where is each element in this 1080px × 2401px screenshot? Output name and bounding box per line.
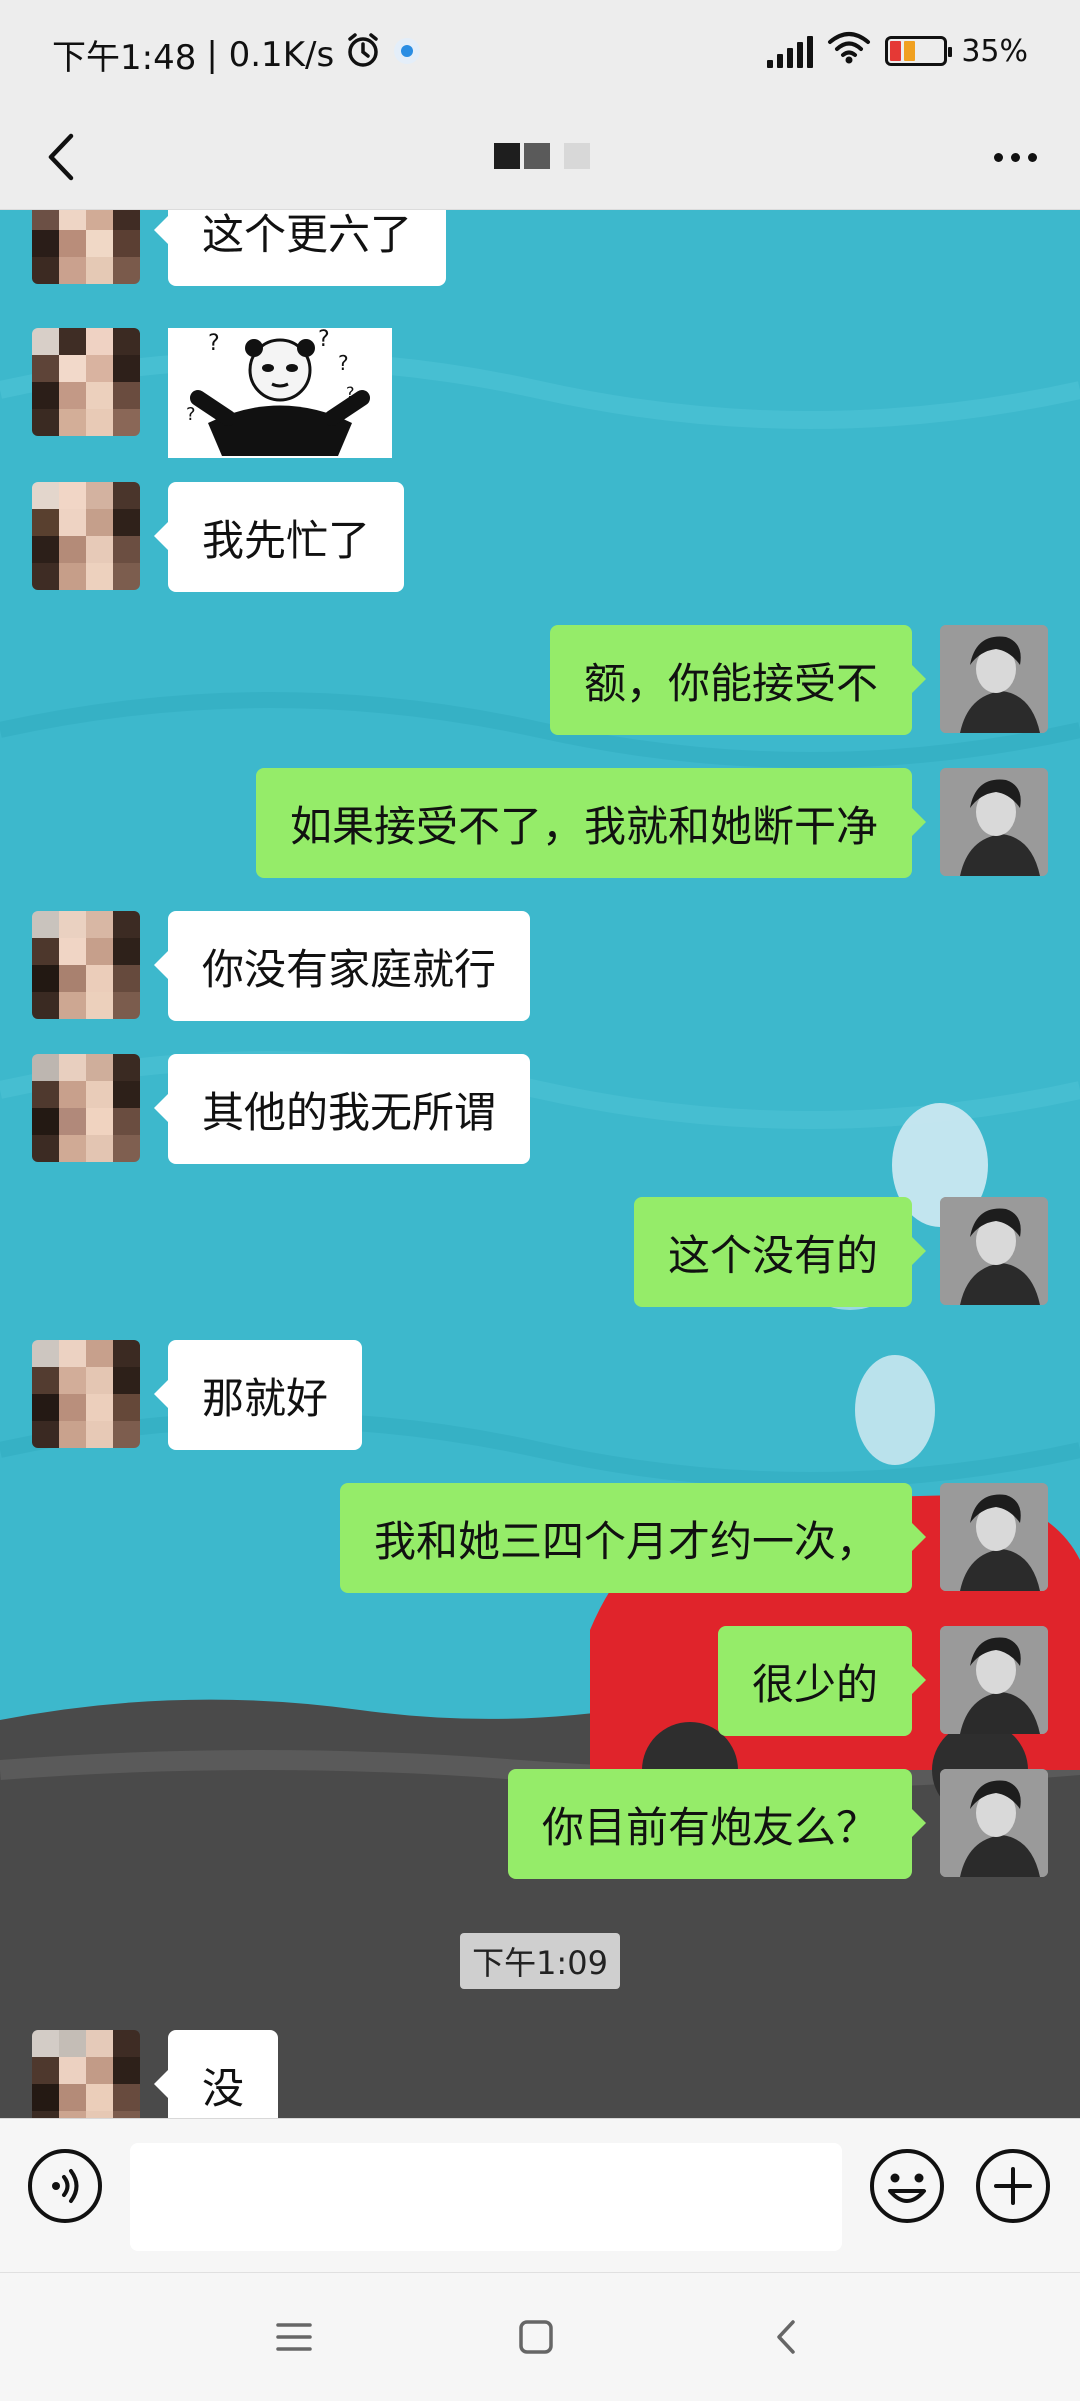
message-row: 你没有家庭就行 [0,911,1080,1023]
svg-text:?: ? [346,383,355,402]
battery-icon [885,36,953,66]
user-avatar-icon [940,1769,1048,1877]
chat-area[interactable]: 这个更六了 ? ? ? ? ? 我先忙了 额，你能接受不 如果接受不了，我就和她… [0,210,1080,2118]
chat-title [480,128,600,184]
panda-sticker-icon: ? ? ? ? ? [186,327,370,456]
svg-text:?: ? [338,351,349,375]
signal-icon [767,34,814,68]
app-badge-icon [392,35,422,75]
voice-icon [28,2149,102,2223]
emoji-icon [870,2149,944,2223]
message-row: 这个没有的 [0,1197,1080,1309]
self-avatar[interactable] [940,625,1048,733]
message-row: 其他的我无所谓 [0,1054,1080,1166]
message-bubble[interactable]: 如果接受不了，我就和她断干净 [255,768,927,878]
user-avatar-icon [940,1197,1048,1305]
contact-avatar[interactable] [32,328,140,436]
message-bubble[interactable]: 很少的 [717,1626,927,1736]
status-time: 下午1:48 [52,38,197,78]
contact-avatar[interactable] [32,1340,140,1448]
message-row: 额，你能接受不 [0,625,1080,737]
back-nav-icon [777,2320,795,2354]
sticker-image[interactable]: ? ? ? ? ? [168,327,392,458]
user-avatar-icon [940,1483,1048,1591]
message-bubble[interactable]: 其他的我无所谓 [153,1054,531,1164]
status-left: 下午1:48 | 0.1K/s [52,30,422,79]
menu-icon [276,2323,312,2351]
svg-text:?: ? [318,328,330,352]
wifi-icon [827,30,871,72]
message-timestamp: 下午1:09 [460,1933,620,1989]
svg-text:?: ? [186,404,196,425]
user-avatar-icon [940,625,1048,733]
system-nav-bar [0,2272,1080,2401]
back-icon [48,133,74,181]
alarm-icon [344,31,382,78]
status-net-speed: | 0.1K/s [206,34,335,75]
status-bar: 下午1:48 | 0.1K/s 35% [0,0,1080,104]
more-functions-button[interactable] [974,2147,1052,2225]
message-row: 没 [0,2030,1080,2118]
message-row: 如果接受不了，我就和她断干净 [0,768,1080,880]
message-input[interactable] [130,2143,842,2251]
message-bubble[interactable]: 没 [153,2030,279,2118]
message-bubble[interactable]: 我先忙了 [153,482,405,592]
message-row: 我和她三四个月才约一次， [0,1483,1080,1595]
message-bubble[interactable]: 我和她三四个月才约一次， [339,1483,927,1593]
menu-button[interactable] [262,2305,326,2369]
contact-avatar[interactable] [32,482,140,590]
contact-avatar[interactable] [32,911,140,1019]
back-button[interactable] [30,122,90,192]
message-bubble[interactable]: 这个更六了 [153,210,447,286]
home-button[interactable] [504,2305,568,2369]
message-bubble[interactable]: 你目前有炮友么？ [507,1769,927,1879]
status-right: 35% [767,30,1028,72]
message-row: ? ? ? ? ? [0,327,1080,458]
message-row: 这个更六了 [0,210,1080,288]
input-bar [0,2118,1080,2273]
user-avatar-icon [940,768,1048,876]
self-avatar[interactable] [940,1483,1048,1591]
contact-avatar[interactable] [32,1054,140,1162]
message-bubble[interactable]: 那就好 [153,1340,363,1450]
self-avatar[interactable] [940,1626,1048,1734]
chat-header [0,104,1080,210]
voice-button[interactable] [26,2147,104,2225]
message-bubble[interactable]: 你没有家庭就行 [153,911,531,1021]
nav-back-button[interactable] [754,2305,818,2369]
svg-text:?: ? [208,331,220,356]
more-icon [993,152,1003,162]
self-avatar[interactable] [940,1769,1048,1877]
emoji-button[interactable] [868,2147,946,2225]
contact-avatar[interactable] [32,210,140,284]
contact-avatar[interactable] [32,2030,140,2118]
message-row: 很少的 [0,1626,1080,1738]
more-button[interactable] [980,124,1050,190]
plus-icon [976,2149,1050,2223]
message-bubble[interactable]: 这个没有的 [633,1197,927,1307]
user-avatar-icon [940,1626,1048,1734]
message-row: 你目前有炮友么？ [0,1769,1080,1881]
battery-level: 35% [961,33,1028,69]
message-row: 我先忙了 [0,482,1080,594]
home-icon [519,2320,553,2354]
self-avatar[interactable] [940,1197,1048,1305]
self-avatar[interactable] [940,768,1048,876]
message-bubble[interactable]: 额，你能接受不 [549,625,927,735]
message-row: 那就好 [0,1340,1080,1452]
